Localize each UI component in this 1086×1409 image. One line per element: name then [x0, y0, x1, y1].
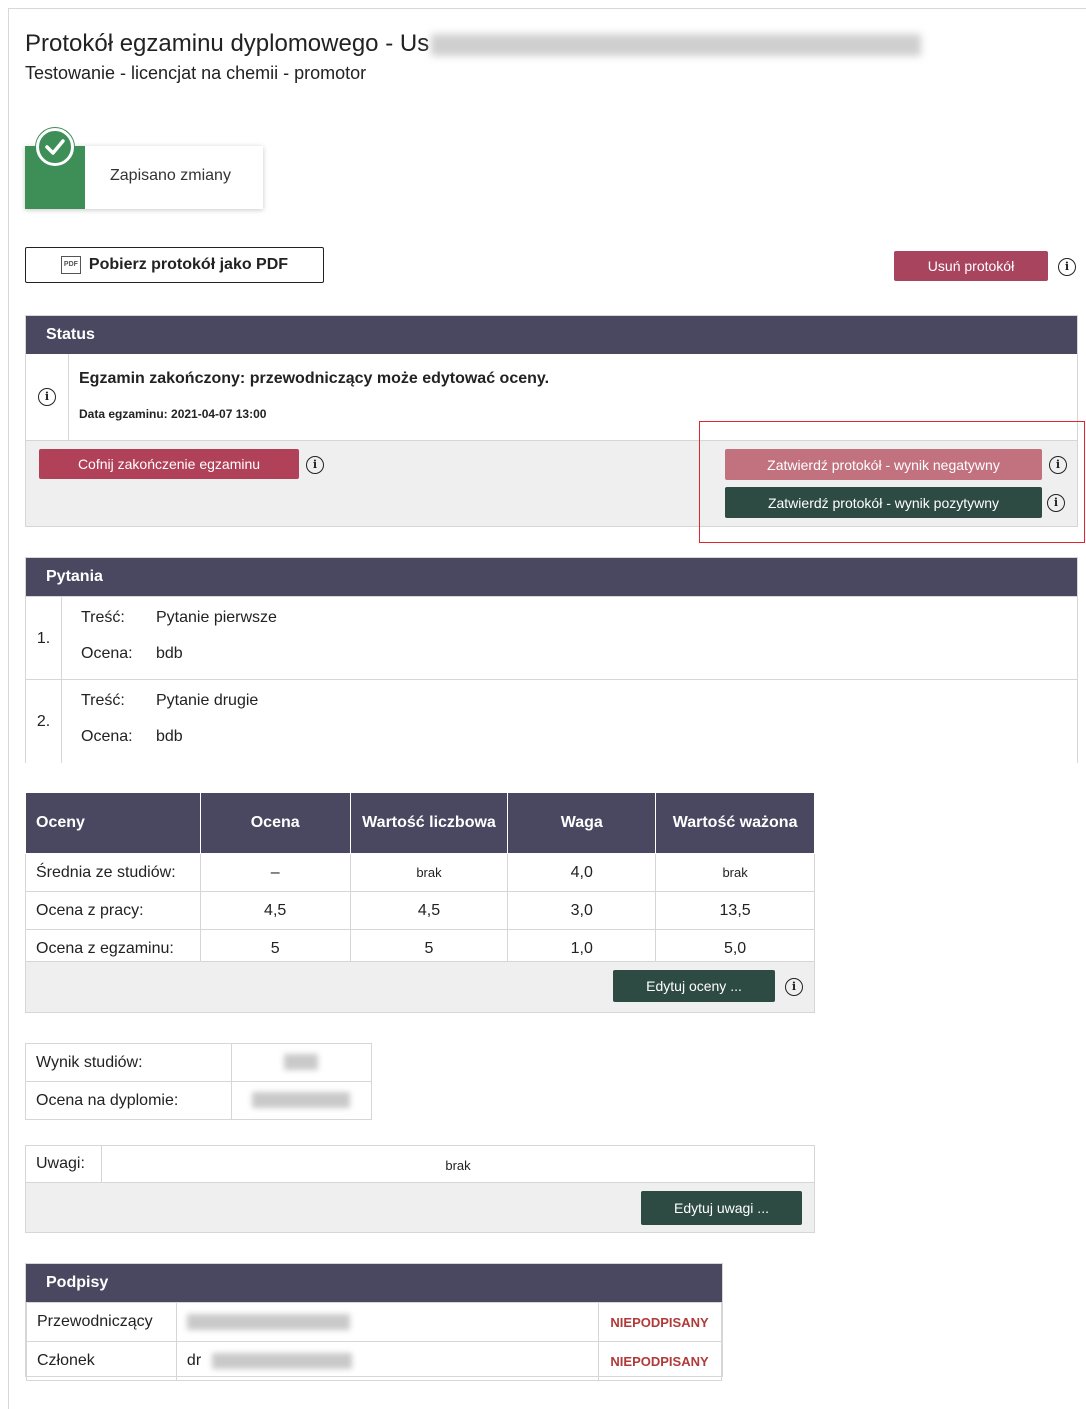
table-row: Wynik studiów:	[24, 1043, 372, 1082]
signature-status: NIEPODPISANY	[598, 1302, 722, 1342]
diploma-grade-label: Ocena na dyplomie:	[24, 1081, 233, 1120]
question-number: 1.	[26, 597, 62, 680]
signer-name: dr	[175, 1341, 600, 1381]
grade-weighted: brak	[655, 853, 815, 892]
grades-table: Oceny Ocena Wartość liczbowa Waga Wartoś…	[25, 792, 815, 968]
grade-numeric: 4,5	[349, 891, 509, 930]
question-grade: bdb	[156, 728, 183, 745]
grade-weight: 3,0	[507, 891, 657, 930]
delete-protocol-button[interactable]: Usuń protokół	[894, 251, 1048, 281]
question-content: Pytanie drugie	[156, 692, 259, 709]
table-row: Ocena z pracy: 4,5 4,5 3,0 13,5	[25, 891, 815, 930]
redacted-value	[284, 1054, 319, 1071]
undo-exam-end-button[interactable]: Cofnij zakończenie egzaminu	[39, 449, 299, 479]
study-result-value	[231, 1043, 372, 1082]
signatures-heading: Podpisy	[26, 1264, 722, 1302]
result-table: Wynik studiów: Ocena na dyplomie:	[24, 1043, 372, 1120]
question-row: 1. Treść: Pytanie pierwsze Ocena: bdb	[26, 596, 1077, 680]
grade-value: 4,5	[199, 891, 351, 930]
question-content-label: Treść:	[81, 609, 125, 626]
col-header-numeric-value: Wartość liczbowa	[349, 792, 509, 854]
grade-value: –	[199, 853, 351, 892]
signer-name	[175, 1302, 600, 1342]
col-header-grade: Ocena	[199, 792, 351, 854]
grade-numeric: brak	[349, 853, 509, 892]
notes-label: Uwagi:	[36, 1155, 85, 1172]
grade-weighted: 13,5	[655, 891, 815, 930]
question-grade-label: Ocena:	[81, 728, 133, 745]
redacted-value	[252, 1092, 351, 1109]
signatures-panel: Podpisy Przewodniczący NIEPODPISANY Czło…	[25, 1263, 723, 1381]
edit-notes-button[interactable]: Edytuj uwagi ...	[641, 1191, 802, 1225]
status-info-icon: i	[38, 388, 56, 406]
study-result-label: Wynik studiów:	[24, 1043, 233, 1082]
col-header-weighted-value: Wartość ważona	[655, 792, 815, 854]
download-pdf-label: Pobierz protokół jako PDF	[88, 256, 289, 273]
notes-panel: Uwagi: brak Edytuj uwagi ...	[25, 1145, 815, 1233]
question-grade-label: Ocena:	[81, 645, 133, 662]
notes-value: brak	[445, 1158, 471, 1173]
question-number: 2.	[26, 680, 62, 763]
status-info-cell: i	[26, 354, 69, 440]
col-header-grades: Oceny	[25, 792, 201, 854]
success-toast: Zapisano zmiany	[25, 128, 263, 209]
redacted-name	[186, 1313, 350, 1330]
table-row: Członek dr NIEPODPISANY	[26, 1341, 722, 1381]
table-row: Przewodniczący NIEPODPISANY	[26, 1302, 722, 1342]
signatures-table: Przewodniczący NIEPODPISANY Członek dr N…	[26, 1302, 722, 1381]
edit-grades-button[interactable]: Edytuj oceny ...	[613, 970, 775, 1002]
col-header-weight: Waga	[507, 792, 657, 854]
diploma-grade-value	[231, 1081, 372, 1120]
grades-header-row: Oceny Ocena Wartość liczbowa Waga Wartoś…	[25, 792, 815, 854]
status-message: Egzamin zakończony: przewodniczący może …	[79, 370, 550, 387]
pdf-file-icon: PDF	[60, 256, 81, 274]
grade-name: Ocena z pracy:	[25, 891, 201, 930]
delete-info-icon[interactable]: i	[1058, 258, 1076, 276]
check-icon	[36, 128, 74, 166]
page-subtitle: Testowanie - licencjat na chemii - promo…	[25, 63, 367, 83]
redacted-name	[431, 33, 922, 56]
table-row: Średnia ze studiów: – brak 4,0 brak	[25, 853, 815, 892]
highlight-box	[699, 421, 1085, 543]
question-row: 2. Treść: Pytanie drugie Ocena: bdb	[26, 679, 1077, 763]
table-row: Ocena na dyplomie:	[24, 1081, 372, 1120]
grades-footer: Edytuj oceny ... i	[25, 961, 815, 1013]
signature-status: NIEPODPISANY	[598, 1341, 722, 1381]
signer-role: Przewodniczący	[26, 1302, 177, 1342]
toast-message: Zapisano zmiany	[110, 167, 231, 184]
page-title: Protokół egzaminu dyplomowego - Us	[25, 30, 922, 58]
grade-weight: 4,0	[507, 853, 657, 892]
question-content-label: Treść:	[81, 692, 125, 709]
download-pdf-button[interactable]: PDF Pobierz protokół jako PDF	[25, 247, 324, 283]
grade-name: Średnia ze studiów:	[25, 853, 201, 892]
question-grade: bdb	[156, 645, 183, 662]
exam-date: Data egzaminu: 2021-04-07 13:00	[79, 407, 267, 421]
redacted-name	[211, 1352, 352, 1369]
questions-panel: Pytania 1. Treść: Pytanie pierwsze Ocena…	[25, 557, 1078, 763]
status-heading: Status	[26, 316, 1077, 354]
signer-role: Członek	[26, 1341, 177, 1381]
undo-info-icon[interactable]: i	[306, 456, 324, 474]
notes-row: Uwagi: brak	[26, 1146, 814, 1183]
edit-grades-info-icon[interactable]: i	[785, 978, 803, 996]
questions-heading: Pytania	[26, 558, 1077, 596]
question-content: Pytanie pierwsze	[156, 609, 277, 626]
signer-prefix: dr	[186, 1352, 202, 1369]
